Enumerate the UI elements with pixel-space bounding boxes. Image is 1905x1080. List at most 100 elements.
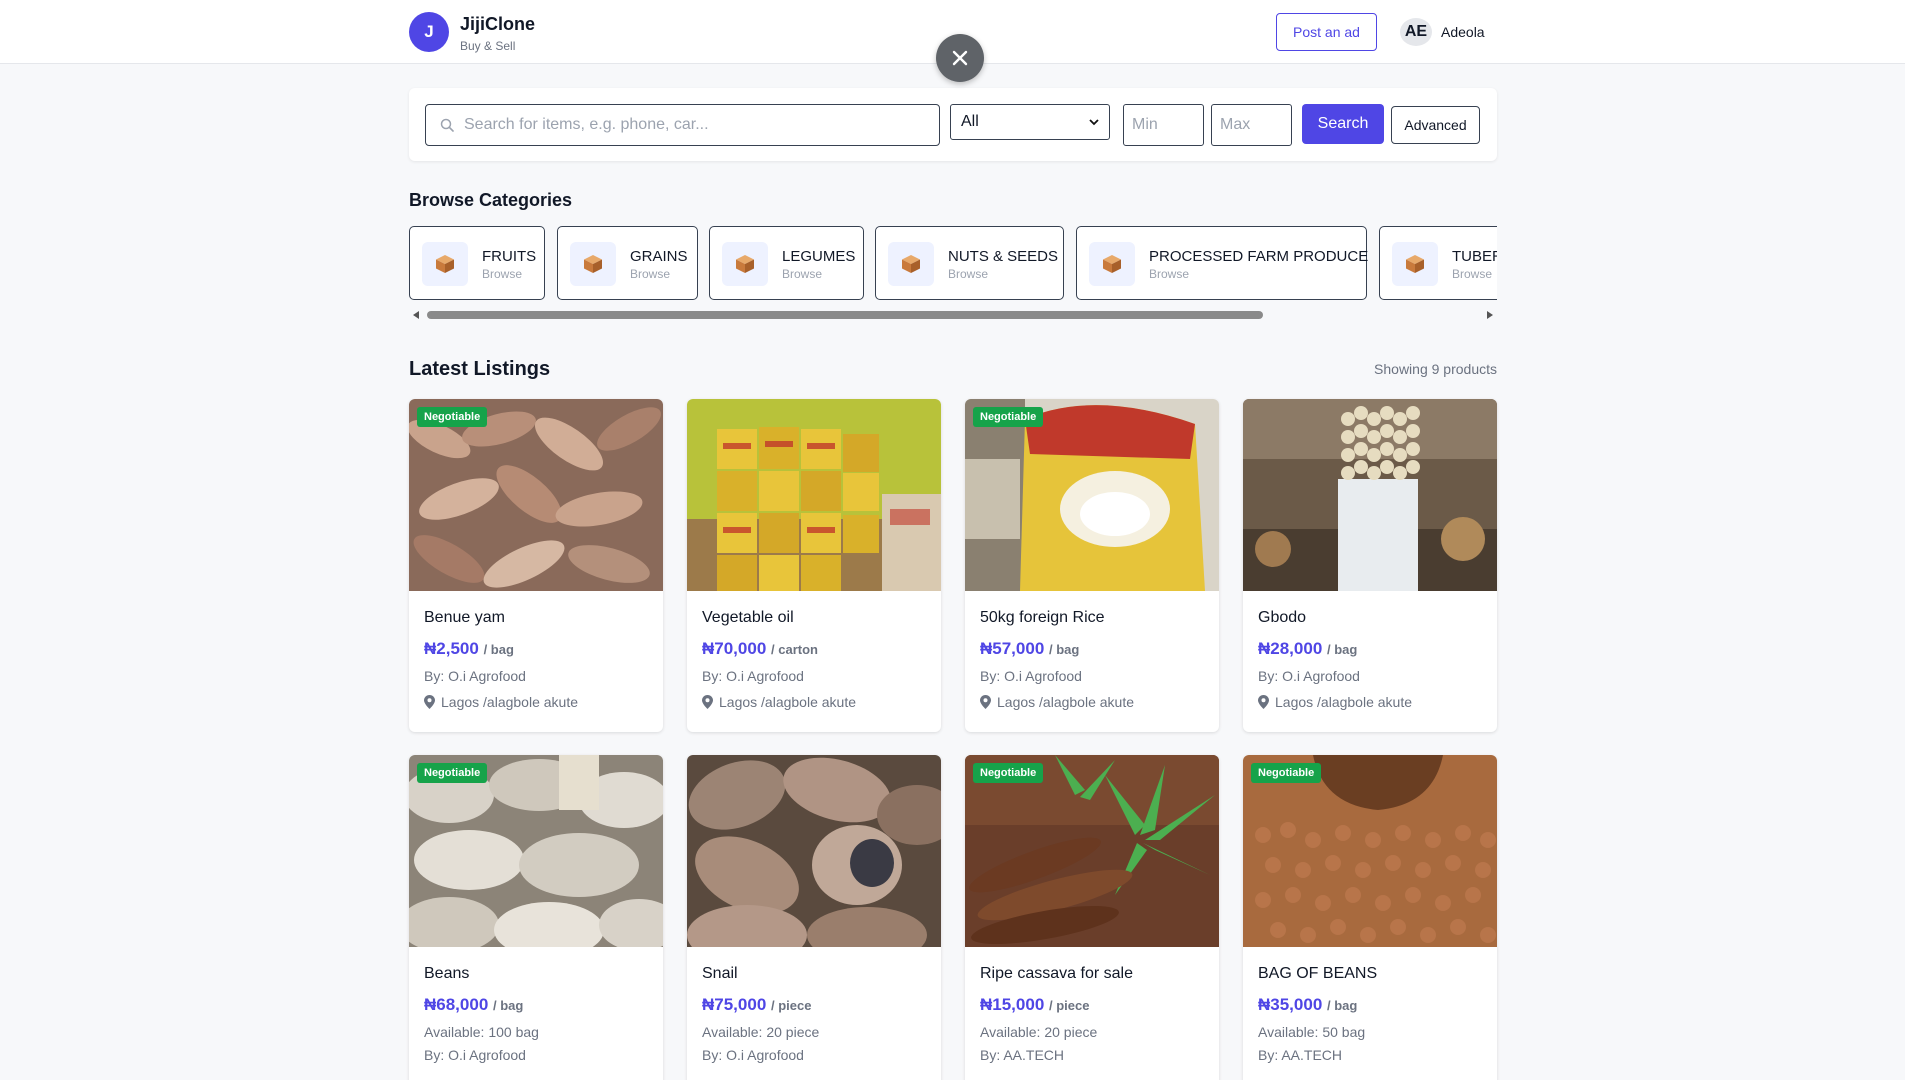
box-icon [722,242,768,286]
category-name: TUBER [1452,248,1497,265]
product-availability: Available: 50 bag [1258,1024,1366,1040]
avatar[interactable]: AE [1400,18,1432,46]
product-card[interactable]: Negotiable 50kg foreign Rice ₦57,000 / b… [965,399,1219,732]
location-pin-icon [980,695,991,709]
product-title[interactable]: BAG OF BEANS [1258,965,1485,983]
user-name[interactable]: Adeola [1441,24,1485,40]
product-availability: Available: 100 bag [424,1024,539,1040]
category-card-nuts-seeds[interactable]: NUTS & SEEDS Browse [875,226,1064,300]
scrollbar-thumb[interactable] [427,311,1263,319]
product-card[interactable]: Negotiable Beans ₦68,000 / bag Available… [409,755,663,1080]
product-title[interactable]: 50kg foreign Rice [980,609,1207,627]
price-value: ₦57,000 [980,639,1045,658]
product-price: ₦68,000 / bag [424,995,651,1015]
product-count: Showing 9 products [1374,361,1497,377]
product-seller: By: AA.TECH [1258,1047,1343,1063]
price-value: ₦2,500 [424,639,479,658]
product-price: ₦28,000 / bag [1258,639,1485,659]
min-price-input[interactable] [1123,104,1204,146]
product-location: Lagos /alagbole akute [1258,694,1485,710]
location-text: Lagos /alagbole akute [997,694,1134,710]
product-image[interactable]: Negotiable [1243,755,1497,947]
category-select-value: All [961,113,979,130]
product-availability: Available: 20 piece [980,1024,1098,1040]
product-image[interactable]: Negotiable [965,755,1219,947]
location-text: Lagos /alagbole akute [719,694,856,710]
product-title[interactable]: Snail [702,965,929,983]
category-card-tuber[interactable]: TUBER Browse [1379,226,1497,300]
product-card[interactable]: Snail ₦75,000 / piece Available: 20 piec… [687,755,941,1080]
box-icon [422,242,468,286]
price-unit: / piece [1049,998,1090,1013]
negotiable-badge: Negotiable [973,763,1044,783]
product-seller: By: O.i Agrofood [424,1047,526,1063]
close-button[interactable] [936,34,984,82]
product-title[interactable]: Beans [424,965,651,983]
product-price: ₦70,000 / carton [702,639,929,659]
product-price: ₦2,500 / bag [424,639,651,659]
negotiable-badge: Negotiable [417,763,488,783]
product-card[interactable]: Negotiable Ripe cassava for sale ₦15,000… [965,755,1219,1080]
category-card-grains[interactable]: GRAINS Browse [557,226,698,300]
product-image[interactable] [687,755,941,947]
brand-name[interactable]: JijiClone [460,14,535,35]
search-button[interactable]: Search [1302,104,1384,144]
product-seller: By: O.i Agrofood [980,668,1082,684]
price-value: ₦75,000 [702,995,767,1014]
product-title[interactable]: Vegetable oil [702,609,929,627]
product-availability: Available: 20 piece [702,1024,820,1040]
price-unit: / bag [483,642,514,657]
category-browse-label: Browse [948,267,989,281]
logo-icon[interactable]: J [409,12,449,52]
product-image[interactable] [687,399,941,591]
product-card[interactable]: Vegetable oil ₦70,000 / carton By: O.i A… [687,399,941,732]
box-icon [1392,242,1438,286]
product-price: ₦15,000 / piece [980,995,1207,1015]
product-card[interactable]: Gbodo ₦28,000 / bag By: O.i Agrofood Lag… [1243,399,1497,732]
advanced-search-button[interactable]: Advanced [1391,106,1480,144]
price-value: ₦28,000 [1258,639,1323,658]
category-scrollbar[interactable] [409,309,1497,321]
price-value: ₦70,000 [702,639,767,658]
product-title[interactable]: Gbodo [1258,609,1485,627]
category-card-fruits[interactable]: FRUITS Browse [409,226,545,300]
search-input[interactable] [464,116,904,134]
negotiable-badge: Negotiable [1251,763,1322,783]
product-card[interactable]: Negotiable BAG OF BEANS ₦35,000 / bag Av… [1243,755,1497,1080]
product-card[interactable]: Negotiable Benue yam ₦2,500 / bag By: O.… [409,399,663,732]
price-unit: / bag [1327,642,1358,657]
price-value: ₦68,000 [424,995,489,1014]
category-card-processed-farm-produce[interactable]: PROCESSED FARM PRODUCE Browse [1076,226,1368,300]
post-ad-button[interactable]: Post an ad [1276,13,1377,51]
price-unit: / bag [493,998,524,1013]
categories-title: Browse Categories [409,190,573,210]
location-pin-icon [424,695,435,709]
scroll-right-arrow-icon[interactable] [1487,311,1493,319]
product-title[interactable]: Ripe cassava for sale [980,965,1207,983]
product-image[interactable]: Negotiable [965,399,1219,591]
product-image[interactable] [1243,399,1497,591]
product-location: Lagos /alagbole akute [980,694,1207,710]
category-strip[interactable]: FRUITS Browse GRAINS Browse LEGUMES Brow… [409,226,1497,302]
product-image[interactable]: Negotiable [409,755,663,947]
max-price-input[interactable] [1211,104,1292,146]
price-unit: / bag [1049,642,1080,657]
category-browse-label: Browse [1149,267,1190,281]
product-seller: By: O.i Agrofood [702,1047,804,1063]
product-title[interactable]: Benue yam [424,609,651,627]
category-name: GRAINS [630,248,688,265]
product-image[interactable]: Negotiable [409,399,663,591]
brand-tagline: Buy & Sell [460,39,516,53]
category-select[interactable]: All [950,104,1110,140]
search-box[interactable] [425,104,940,146]
product-location: Lagos /alagbole akute [702,694,929,710]
location-text: Lagos /alagbole akute [441,694,578,710]
location-text: Lagos /alagbole akute [1275,694,1412,710]
scroll-left-arrow-icon[interactable] [413,311,419,319]
negotiable-badge: Negotiable [973,407,1044,427]
price-unit: / piece [771,998,812,1013]
product-price: ₦35,000 / bag [1258,995,1485,1015]
category-card-legumes[interactable]: LEGUMES Browse [709,226,864,300]
negotiable-badge: Negotiable [417,407,488,427]
box-icon [888,242,934,286]
